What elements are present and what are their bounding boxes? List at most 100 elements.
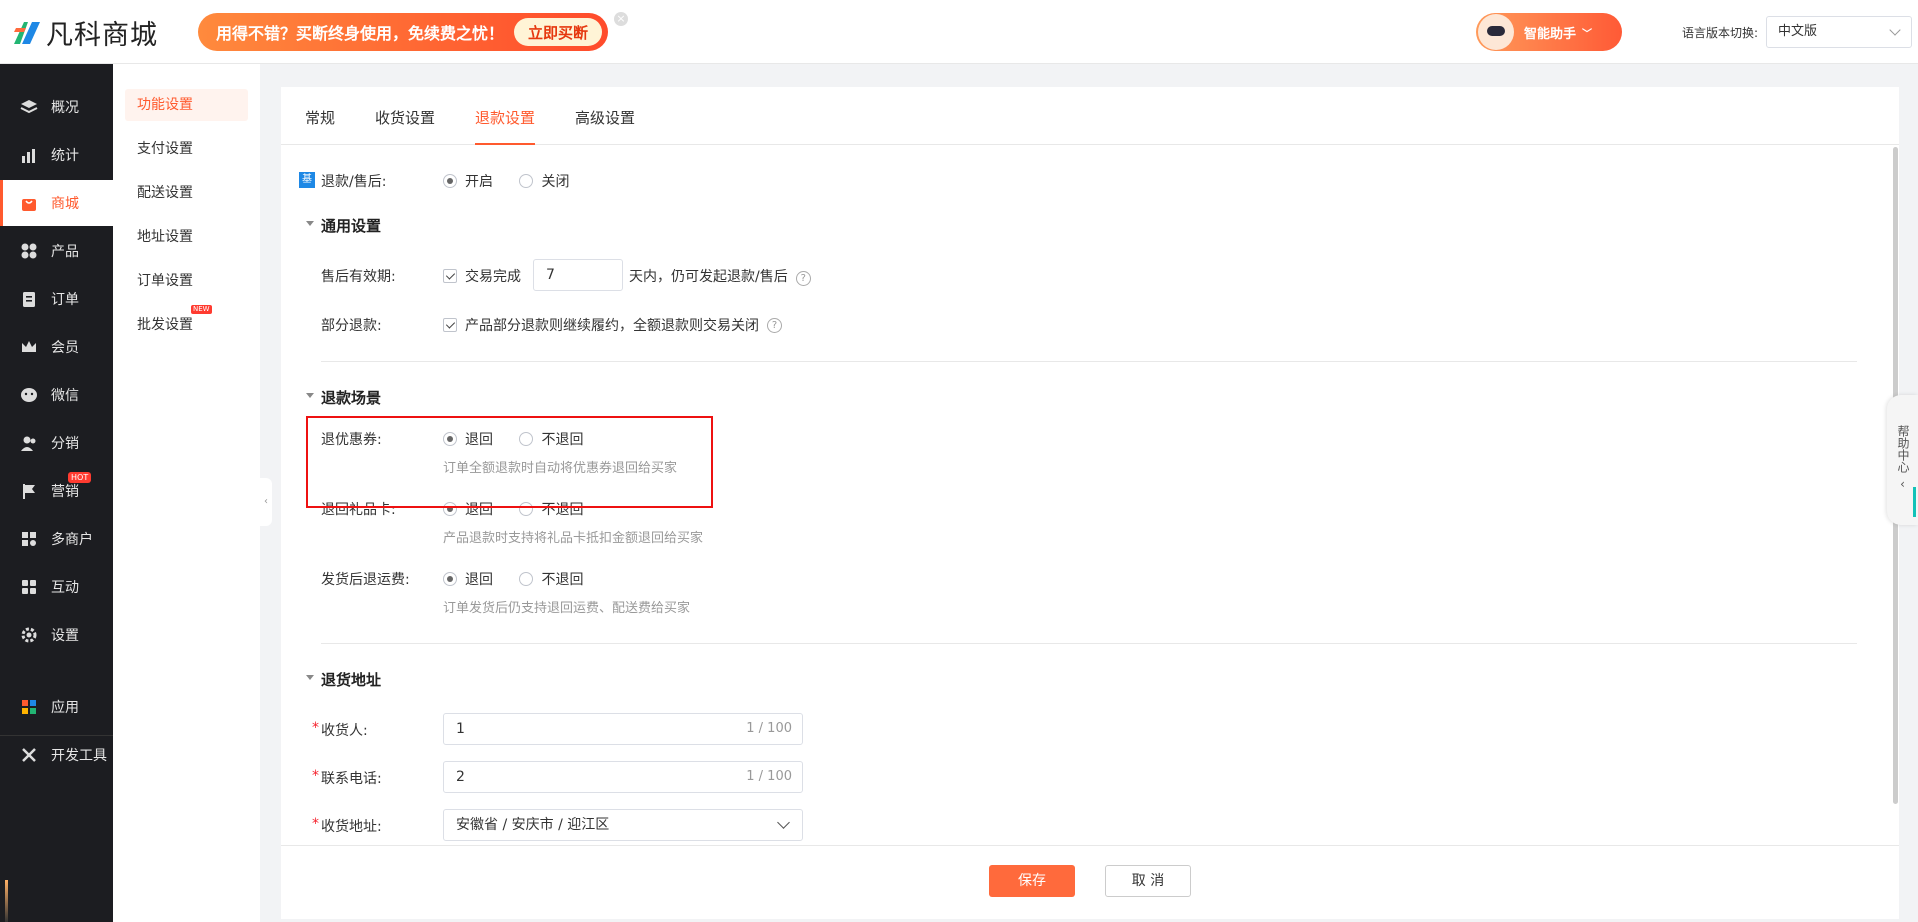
char-count: 1 / 100 — [746, 769, 792, 784]
help-center-tab[interactable]: 帮助中心 ‹ — [1887, 395, 1918, 525]
validity-row: 售后有效期: 交易完成 7 天内，仍可发起退款/售后? — [281, 259, 1841, 291]
chevron-down-icon — [777, 816, 790, 829]
sidebar-item-label: 商城 — [51, 196, 79, 212]
sidebar-item-label: 产品 — [51, 244, 79, 260]
radio-label: 开启 — [465, 174, 493, 190]
required-mark: * — [312, 816, 319, 832]
promo-close-icon[interactable]: × — [614, 12, 628, 26]
brand-logo[interactable]: 凡科商城 — [10, 12, 158, 52]
sidebar-item-statistics[interactable]: 统计 — [0, 132, 113, 178]
sidebar-item-label: 开发工具 — [51, 748, 107, 764]
sidebar-item-orders[interactable]: 订单 — [0, 276, 113, 322]
sidebar-corner-accent — [5, 880, 8, 922]
sidebar-item-multi-merchant[interactable]: 多商户 — [0, 516, 113, 562]
subnav-address-settings[interactable]: 地址设置 — [125, 221, 248, 253]
shipping-refund-row: 发货后退运费: 退回 不退回 订单发货后仍支持退回运费、配送费给买家 — [281, 569, 1841, 619]
help-center-label: 帮助中心 — [1896, 425, 1910, 473]
subnav-payment-settings[interactable]: 支付设置 — [125, 133, 248, 165]
refund-on-radio[interactable]: 开启 — [443, 171, 493, 191]
tab-refund-settings[interactable]: 退款设置 — [475, 107, 536, 145]
sidebar-item-shop[interactable]: 商城 — [0, 180, 113, 226]
checkbox-label: 交易完成 — [465, 269, 521, 285]
sidebar-item-settings[interactable]: 设置 — [0, 612, 113, 658]
phone-input[interactable]: 2 1 / 100 — [443, 761, 803, 793]
refund-off-radio[interactable]: 关闭 — [519, 171, 569, 191]
days-value: 7 — [546, 267, 555, 283]
tab-advanced-settings[interactable]: 高级设置 — [575, 107, 635, 145]
subnav-label: 批发设置 — [137, 317, 193, 333]
chevron-down-icon: ﹀ — [1582, 28, 1593, 40]
shipping-hint: 订单发货后仍支持退回运费、配送费给买家 — [443, 601, 691, 616]
address-section-title: 退货地址 — [321, 671, 382, 689]
sidebar-item-overview[interactable]: 概况 — [0, 84, 113, 130]
collapse-subnav-handle[interactable]: ‹ — [260, 478, 272, 526]
phone-value: 2 — [456, 769, 465, 785]
shipping-label: 发货后退运费: — [321, 572, 410, 588]
tab-general[interactable]: 常规 — [305, 107, 335, 145]
settings-tabs: 常规 收货设置 退款设置 高级设置 — [281, 87, 1899, 145]
help-icon[interactable]: ? — [767, 317, 782, 333]
sidebar-item-dev-tools[interactable]: 开发工具 — [0, 732, 113, 778]
help-icon[interactable]: ? — [795, 271, 811, 286]
partial-refund-label: 部分退款: — [321, 318, 382, 334]
grid-icon — [20, 242, 38, 260]
region-select[interactable]: 安徽省 / 安庆市 / 迎江区 — [443, 809, 803, 841]
checkbox-box — [443, 269, 457, 283]
char-count: 1 / 100 — [746, 721, 792, 736]
radio-label: 退回 — [465, 572, 493, 588]
sidebar-item-apps[interactable]: 应用 — [0, 684, 113, 730]
sidebar-item-wechat[interactable]: 微信 — [0, 372, 113, 418]
layers-icon — [20, 98, 38, 116]
save-button[interactable]: 保存 — [989, 865, 1075, 897]
validity-days-input[interactable]: 7 — [533, 259, 623, 291]
subnav-wholesale-settings[interactable]: 批发设置 NEW — [125, 305, 248, 341]
buyout-button[interactable]: 立即买断 — [513, 18, 602, 46]
language-select[interactable]: 中文版 — [1766, 16, 1912, 48]
sidebar-item-label: 多商户 — [51, 532, 93, 548]
promo-banner[interactable]: 用得不错？买断终身使用，免续费之忧！ 立即买断 — [198, 13, 608, 51]
receiver-value: 1 — [456, 721, 465, 737]
chevron-down-icon — [1889, 24, 1901, 36]
sidebar-item-marketing[interactable]: 营销 HOT — [0, 468, 113, 514]
subnav-function-settings[interactable]: 功能设置 — [125, 89, 248, 121]
checkbox-box — [443, 318, 457, 332]
region-value: 安徽省 / 安庆市 / 迎江区 — [456, 817, 610, 833]
assistant-button[interactable]: 智能助手 ﹀ — [1476, 13, 1622, 51]
trade-complete-checkbox[interactable]: 交易完成 — [443, 266, 521, 286]
required-mark: * — [312, 720, 319, 736]
language-value: 中文版 — [1778, 24, 1818, 39]
apps-icon — [20, 698, 38, 716]
sidebar-item-label: 概况 — [51, 100, 79, 116]
phone-row: * 联系电话: 2 1 / 100 — [281, 761, 1841, 793]
shipping-no-return-radio[interactable]: 不退回 — [519, 569, 583, 589]
flag-icon — [20, 482, 38, 500]
form-footer: 保存 取 消 — [281, 845, 1899, 919]
sidebar-item-products[interactable]: 产品 — [0, 228, 113, 274]
language-label: 语言版本切换: — [1682, 26, 1759, 40]
sidebar-item-interaction[interactable]: 互动 — [0, 564, 113, 610]
receiver-input[interactable]: 1 1 / 100 — [443, 713, 803, 745]
sidebar-item-label: 互动 — [51, 580, 79, 596]
collapse-triangle-icon[interactable] — [306, 221, 314, 226]
collapse-triangle-icon[interactable] — [306, 675, 314, 680]
shipping-return-radio[interactable]: 退回 — [443, 569, 493, 589]
hot-badge: HOT — [68, 472, 92, 483]
sidebar-item-members[interactable]: 会员 — [0, 324, 113, 370]
subnav-delivery-settings[interactable]: 配送设置 — [125, 177, 248, 209]
sidebar-item-label: 分销 — [51, 436, 79, 452]
chart-icon — [20, 146, 38, 164]
cancel-button[interactable]: 取 消 — [1105, 865, 1191, 897]
subnav-order-settings[interactable]: 订单设置 — [125, 265, 248, 297]
radio-circle — [443, 572, 457, 586]
sidebar-item-distribution[interactable]: 分销 — [0, 420, 113, 466]
radio-label: 关闭 — [541, 174, 570, 190]
sidebar-item-label: 统计 — [51, 148, 79, 164]
collapse-triangle-icon[interactable] — [306, 393, 314, 398]
partial-refund-checkbox[interactable]: 产品部分退款则继续履约，全额退款则交易关闭? — [443, 315, 782, 335]
wechat-icon — [20, 386, 38, 404]
sidebar-item-label: 应用 — [51, 700, 79, 716]
settings-subnav: 功能设置 支付设置 配送设置 地址设置 订单设置 批发设置 NEW — [113, 64, 260, 922]
tab-receipt-settings[interactable]: 收货设置 — [375, 107, 435, 145]
validity-suffix-text: 天内，仍可发起退款/售后 — [629, 269, 788, 285]
scenarios-section-title: 退款场景 — [321, 389, 382, 407]
